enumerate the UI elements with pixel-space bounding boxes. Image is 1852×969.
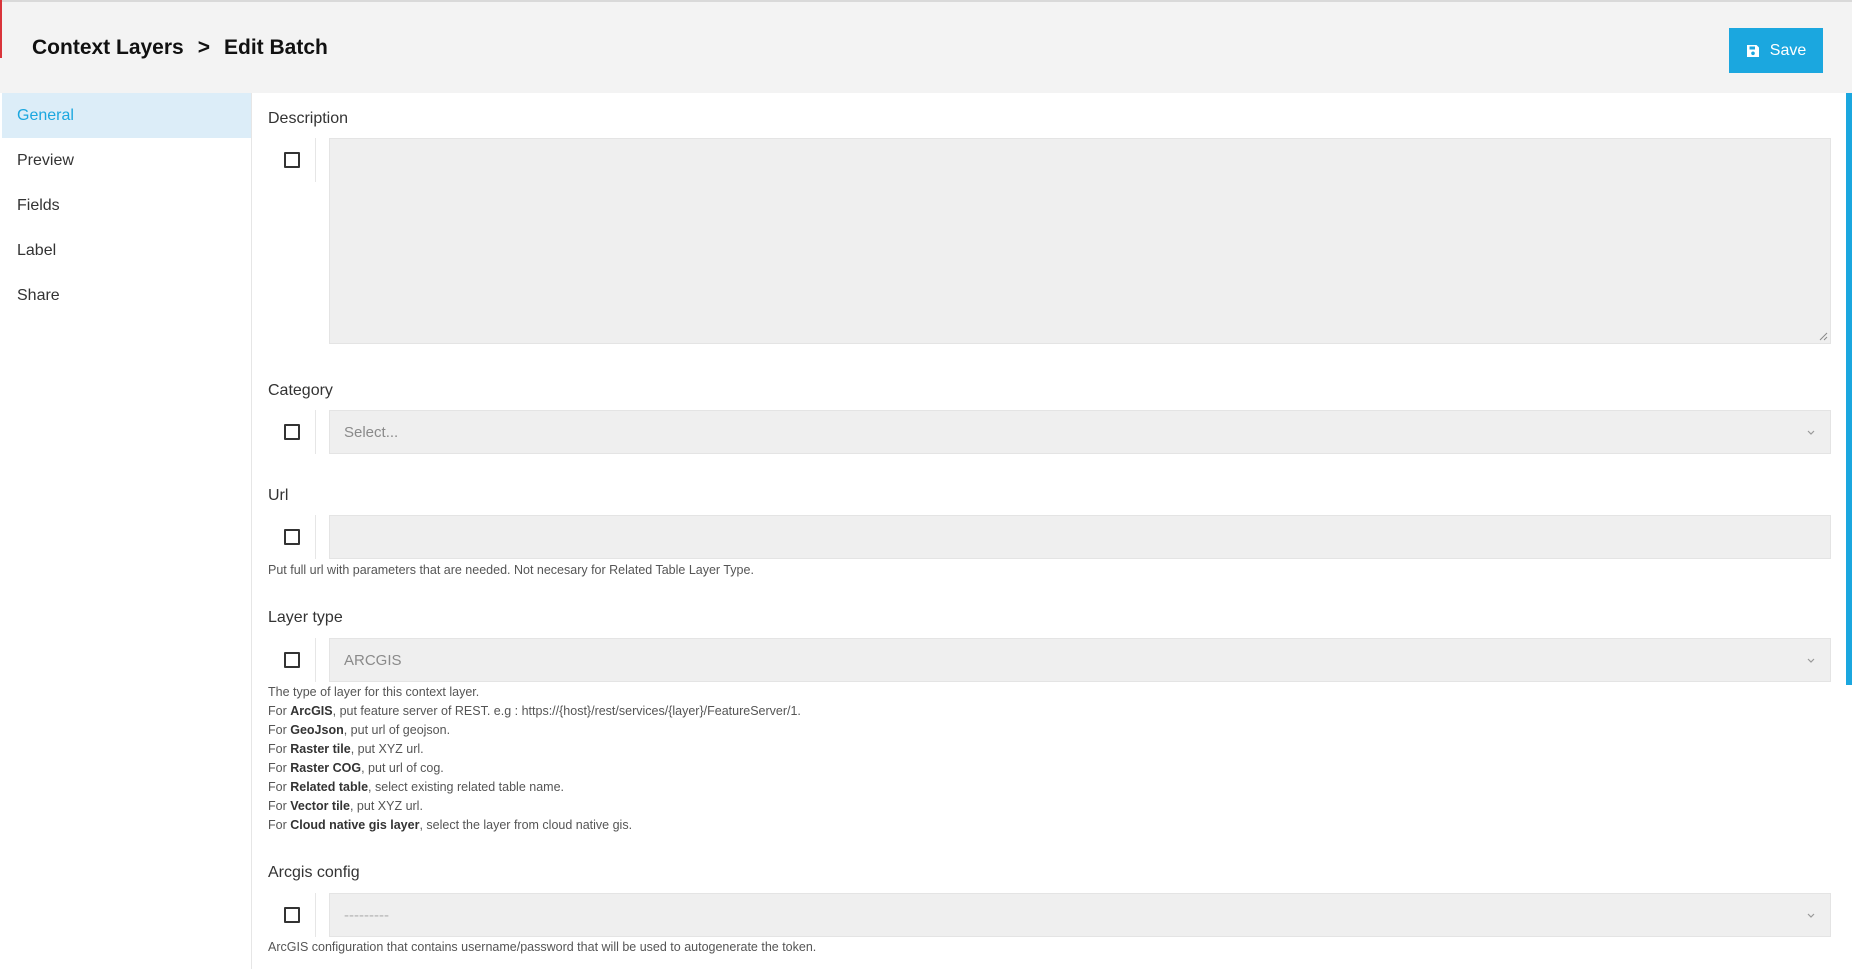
layer-type-checkbox-cell	[268, 638, 316, 682]
resize-handle-icon[interactable]	[1818, 331, 1828, 341]
breadcrumb-parent[interactable]: Context Layers	[32, 36, 184, 60]
save-button-label: Save	[1769, 41, 1807, 59]
category-checkbox-cell	[268, 410, 316, 454]
sidebar-item-label[interactable]: Label	[2, 228, 251, 273]
url-checkbox[interactable]	[283, 529, 300, 545]
arcgis-config-label: Arcgis config	[268, 864, 360, 881]
arcgis-config-checkbox-cell	[268, 893, 316, 937]
layer-type-label: Layer type	[268, 609, 343, 626]
layer-type-help-line: For Raster tile, put XYZ url.	[268, 742, 424, 756]
chevron-down-icon	[1807, 913, 1815, 918]
category-placeholder: Select...	[344, 423, 399, 441]
url-input[interactable]	[329, 515, 1831, 559]
description-checkbox[interactable]	[283, 152, 300, 168]
description-textarea[interactable]	[329, 138, 1831, 344]
description-checkbox-cell	[268, 138, 316, 182]
sidebar-item-label: Fields	[17, 196, 60, 214]
sidebar-item-share[interactable]: Share	[2, 273, 251, 318]
url-label: Url	[268, 487, 289, 504]
layer-type-value: ARCGIS	[344, 651, 402, 669]
red-accent-mark	[0, 0, 2, 58]
category-checkbox[interactable]	[283, 424, 300, 440]
sidebar-item-label: Label	[17, 241, 57, 259]
description-label: Description	[268, 110, 349, 127]
layer-type-help-intro: The type of layer for this context layer…	[268, 685, 480, 699]
url-checkbox-cell	[268, 515, 316, 559]
layer-type-checkbox[interactable]	[283, 652, 300, 668]
save-button[interactable]: Save	[1729, 28, 1823, 73]
category-select[interactable]: Select...	[329, 410, 1831, 454]
scrollbar[interactable]	[1846, 93, 1852, 685]
layer-type-help-line: For Related table, select existing relat…	[268, 780, 564, 794]
breadcrumb-separator: >	[197, 36, 210, 59]
layer-type-select[interactable]: ARCGIS	[329, 638, 1831, 682]
breadcrumb-current: Edit Batch	[223, 36, 328, 59]
page-header: Context Layers > Edit Batch Save	[0, 2, 1852, 93]
arcgis-config-select[interactable]: ---------	[329, 893, 1831, 937]
sidebar-item-label: General	[17, 106, 74, 124]
layer-type-help-line: For ArcGIS, put feature server of REST. …	[268, 704, 801, 718]
layer-type-help-line: For Cloud native gis layer, select the l…	[268, 818, 633, 832]
layer-type-help-line: For Raster COG, put url of cog.	[268, 761, 444, 775]
layer-type-help-line: For GeoJson, put url of geojson.	[268, 723, 451, 737]
chevron-down-icon	[1807, 430, 1815, 435]
sidebar-item-general[interactable]: General	[2, 93, 251, 138]
url-help-text: Put full url with parameters that are ne…	[268, 563, 754, 577]
sidebar-item-fields[interactable]: Fields	[2, 183, 251, 228]
main-form: Description Category Select... Url Put f…	[253, 93, 1852, 969]
category-label: Category	[268, 382, 333, 399]
floppy-disk-icon	[1746, 44, 1759, 57]
sidebar-item-preview[interactable]: Preview	[2, 138, 251, 183]
layer-type-help-line: For Vector tile, put XYZ url.	[268, 799, 423, 813]
sidebar-item-label: Preview	[17, 151, 74, 169]
breadcrumb: Context Layers > Edit Batch	[32, 36, 328, 60]
layer-type-help: The type of layer for this context layer…	[268, 683, 801, 835]
sidebar: General Preview Fields Label Share	[2, 93, 252, 969]
sidebar-item-label: Share	[17, 286, 60, 304]
arcgis-config-value: ---------	[344, 906, 389, 924]
chevron-down-icon	[1807, 658, 1815, 663]
arcgis-config-help: ArcGIS configuration that contains usern…	[268, 940, 817, 954]
arcgis-config-checkbox[interactable]	[283, 907, 300, 923]
